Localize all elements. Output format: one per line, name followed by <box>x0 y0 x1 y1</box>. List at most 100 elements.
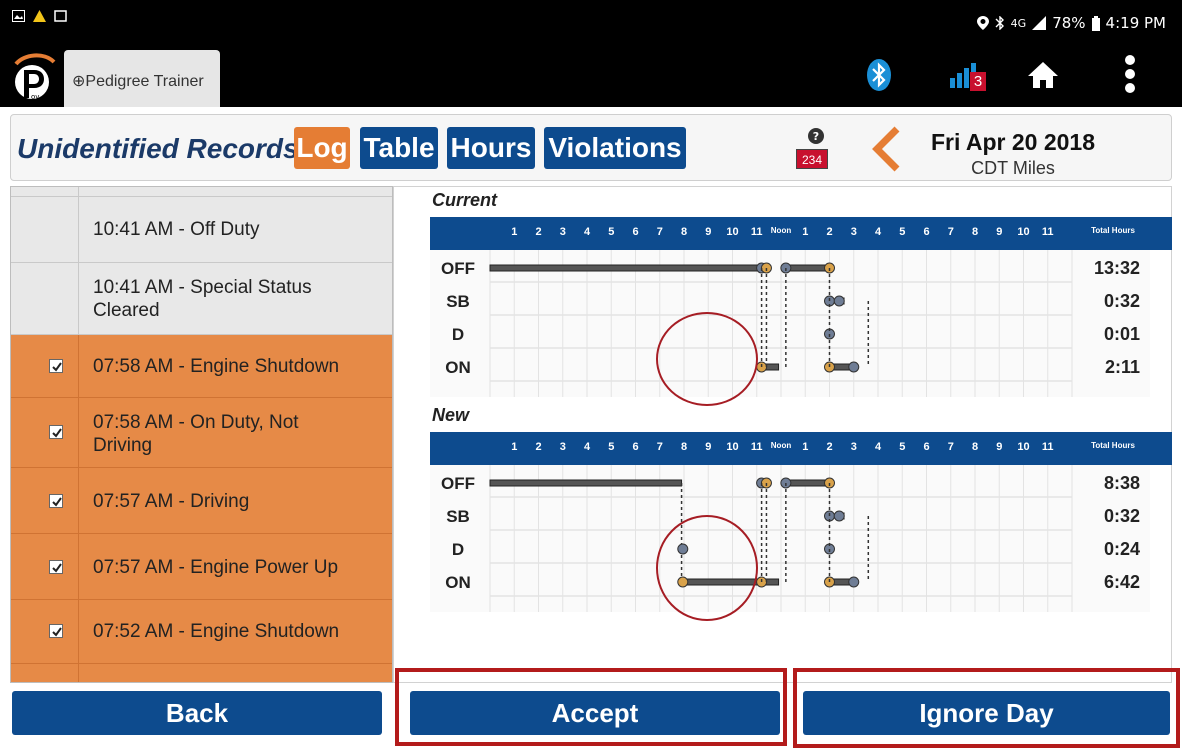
overflow-menu-icon[interactable] <box>1120 54 1140 94</box>
list-item[interactable]: 07:57 AM - Driving <box>11 468 392 534</box>
hour-tick-label: 1 <box>802 441 809 453</box>
help-icon[interactable]: ? <box>807 127 825 145</box>
list-item[interactable]: 07:52 AM - Engine Shutdown <box>11 600 392 664</box>
svg-text:?: ? <box>813 130 819 143</box>
hour-tick-label: Noon <box>770 441 792 450</box>
hour-tick-label: 7 <box>947 441 954 453</box>
hour-tick-label: 8 <box>680 441 688 453</box>
connection-status-icon[interactable]: 3 <box>948 62 988 92</box>
row-label-off: OFF <box>441 259 475 278</box>
total-off: 13:32 <box>1093 258 1140 278</box>
hour-tick-label: 1 <box>511 226 518 238</box>
record-label: 07:52 AM - Engine Shutdown <box>93 621 340 642</box>
current-graph-grid <box>489 250 1073 397</box>
hour-tick-label: 3 <box>850 226 857 238</box>
row-checkbox[interactable] <box>49 560 63 574</box>
list-item <box>11 664 392 682</box>
row-checkbox[interactable] <box>49 494 63 508</box>
hour-tick-label: 10 <box>1017 226 1030 238</box>
hour-tick-label: 6 <box>923 226 930 238</box>
app-tab-label: ⊕Pedigree Trainer <box>72 73 204 90</box>
hour-tick-label: 6 <box>632 226 639 238</box>
row-checkbox[interactable] <box>49 359 63 373</box>
bluetooth-icon[interactable] <box>864 58 894 92</box>
hour-tick-label: 4 <box>583 226 591 238</box>
row-label-d: D <box>451 325 465 344</box>
total-hours-header: Total Hours <box>1091 226 1135 235</box>
bluetooth-status-icon <box>995 16 1004 30</box>
hour-tick-label: 5 <box>899 441 906 453</box>
total-on: 6:42 <box>1103 572 1140 592</box>
list-item[interactable]: 07:58 AM - On Duty, Not Driving <box>11 398 392 468</box>
hour-tick-label: 8 <box>680 226 688 238</box>
log-date: Fri Apr 20 2018 <box>930 129 1096 155</box>
row-checkbox[interactable] <box>49 624 63 638</box>
duty-segment <box>489 479 683 487</box>
battery-percent: 78% <box>1052 14 1086 32</box>
row-label-sb: SB <box>446 292 470 311</box>
list-item[interactable]: 07:58 AM - Engine Shutdown <box>11 335 392 398</box>
check-icon <box>52 497 62 507</box>
annotation-circle <box>656 515 758 621</box>
total-off: 8:38 <box>1103 473 1140 493</box>
hour-tick-label: 9 <box>705 441 712 453</box>
hour-tick-label: 9 <box>705 226 712 238</box>
tab-violations[interactable]: Violations <box>544 127 686 169</box>
log-date-subtitle: CDT Miles <box>971 158 1055 178</box>
hour-tick-label: 4 <box>874 226 882 238</box>
record-label: 07:58 AM - On Duty, Not Driving <box>93 412 299 456</box>
tab-log[interactable]: Log <box>294 127 350 169</box>
help-count-badge[interactable]: 234 <box>796 149 828 169</box>
hour-tick-label: 4 <box>874 441 882 453</box>
image-notification-icon <box>12 10 25 22</box>
records-list[interactable]: 10:41 AM - Off Duty 10:41 AM - Special S… <box>10 186 393 683</box>
status-icons-right: 4G 78% 4:19 PM <box>976 14 1166 32</box>
total-on: 2:11 <box>1104 357 1140 377</box>
event-marker <box>833 510 845 522</box>
location-icon <box>976 16 989 30</box>
tab-table[interactable]: Table <box>360 127 438 169</box>
total-hours-header: Total Hours <box>1091 441 1135 450</box>
hour-tick-label: 5 <box>899 226 906 238</box>
hour-tick-label: 4 <box>583 441 591 453</box>
battery-icon <box>1091 15 1100 31</box>
hour-tick-label: 10 <box>1017 441 1030 453</box>
row-checkbox-cell[interactable] <box>11 263 79 334</box>
check-icon <box>52 627 62 637</box>
hour-tick-label: 11 <box>1041 226 1054 238</box>
new-graph-grid <box>489 465 1073 612</box>
list-item[interactable]: 07:57 AM - Engine Power Up <box>11 534 392 600</box>
hour-tick-label: 2 <box>535 441 542 453</box>
check-icon <box>52 563 62 573</box>
event-marker <box>848 576 860 588</box>
row-label-sb: SB <box>446 507 470 526</box>
total-d: 0:24 <box>1103 539 1140 559</box>
record-label: 07:58 AM - Engine Shutdown <box>93 356 340 377</box>
home-icon[interactable] <box>1026 60 1060 90</box>
list-item[interactable]: 10:41 AM - Special Status Cleared <box>11 263 392 335</box>
row-label-on: ON <box>445 573 471 592</box>
signal-strength-icon <box>1032 16 1047 30</box>
app-tab[interactable]: ⊕Pedigree Trainer <box>64 50 220 107</box>
app-bar: ov ⊕Pedigree Trainer 3 <box>0 40 1182 107</box>
pedigree-logo-icon: ov <box>14 53 56 101</box>
list-item[interactable]: 10:41 AM - Off Duty <box>11 197 392 263</box>
hour-tick-label: 8 <box>971 441 979 453</box>
hours-header: 1 2 3 4 5 6 7 8 9 10 11 Noon 1 2 3 4 5 6 7 8 9 10 11 Total Hour… <box>430 217 1172 250</box>
hour-tick-label: 2 <box>826 441 833 453</box>
hour-tick-label: 9 <box>996 226 1003 238</box>
back-button[interactable]: Back <box>12 691 382 735</box>
hour-tick-label: 11 <box>750 441 763 453</box>
tab-hours[interactable]: Hours <box>447 127 535 169</box>
window-icon <box>54 10 67 22</box>
hour-tick-label: 2 <box>535 226 542 238</box>
row-checkbox-cell[interactable] <box>11 197 79 262</box>
hour-tick-label: 9 <box>996 441 1003 453</box>
hour-tick-label: 7 <box>947 226 954 238</box>
record-label: 07:57 AM - Driving <box>93 491 250 512</box>
hour-tick-label: 6 <box>632 441 639 453</box>
previous-day-icon[interactable] <box>869 125 903 173</box>
hour-tick-label: 3 <box>559 226 566 238</box>
new-graph-label: New <box>432 405 470 425</box>
row-checkbox[interactable] <box>49 425 63 439</box>
